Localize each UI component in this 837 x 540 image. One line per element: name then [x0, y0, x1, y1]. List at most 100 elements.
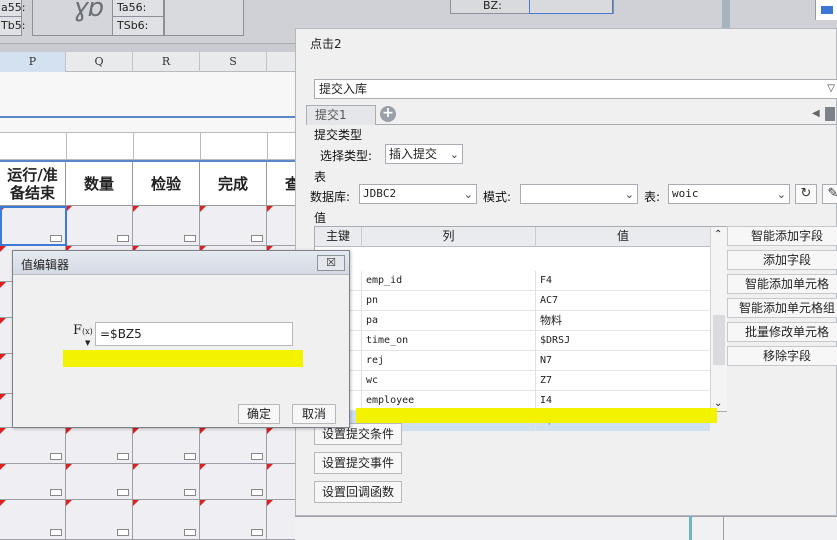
select-type-value: 插入提交	[389, 147, 438, 161]
grid-border-line	[0, 116, 300, 118]
column-letter-s[interactable]: S	[200, 52, 267, 72]
sheet-cell[interactable]	[66, 428, 133, 464]
smart-add-cell-group-button[interactable]: 智能添加单元格组	[727, 298, 837, 318]
comment-marker-icon	[267, 428, 273, 434]
chevron-down-icon: ▽	[827, 83, 835, 94]
set-submit-event-button[interactable]: 设置提交事件	[314, 452, 403, 474]
set-callback-function-button[interactable]: 设置回调函数	[314, 481, 403, 503]
table-row[interactable]: pa 物料	[315, 311, 710, 331]
cell-widget-icon	[184, 489, 196, 496]
sheet-cell[interactable]	[200, 206, 267, 246]
smart-add-cell-button[interactable]: 智能添加单元格	[727, 274, 837, 294]
sheet-cell[interactable]	[133, 464, 200, 500]
sheet-cell[interactable]	[133, 500, 200, 540]
sheet-cell[interactable]	[200, 464, 267, 500]
remove-field-button[interactable]: 移除字段	[727, 346, 837, 366]
sheet-header-row: 运行/准备结束 数量 检验 完成 查	[0, 160, 300, 206]
table-header: 主键 列 值	[315, 227, 710, 247]
sheet-cell[interactable]	[133, 206, 200, 246]
sheet-cell[interactable]	[0, 500, 66, 540]
sheet-cell[interactable]	[0, 428, 66, 464]
sheet-bottom-strip	[295, 516, 837, 540]
tab-prev-icon[interactable]: ◀	[812, 108, 820, 119]
selected-cell[interactable]	[0, 206, 67, 246]
cell-widget-icon	[184, 453, 196, 460]
scroll-up-icon[interactable]: ⌃	[714, 229, 722, 240]
sheet-cell[interactable]	[200, 500, 267, 540]
table-row[interactable]: emp_id F4	[315, 271, 710, 291]
comment-marker-icon	[0, 354, 6, 360]
column-cell[interactable]: pn	[362, 291, 536, 311]
yellow-highlight-mark	[63, 350, 303, 367]
value-cell[interactable]: AC7	[536, 291, 710, 311]
cell-widget-icon	[117, 529, 129, 536]
cancel-button[interactable]: 取消	[292, 404, 336, 424]
column-cell[interactable]: rej	[362, 351, 536, 371]
scroll-thumb[interactable]	[713, 315, 725, 365]
header-cell-complete[interactable]: 完成	[200, 162, 267, 206]
comment-marker-icon	[133, 464, 139, 470]
value-cell[interactable]: 物料	[536, 311, 710, 331]
field-table: 主键 列 值 emp_id F4 pn AC7 pa 物料 time_on $DRSJ rej N…	[314, 226, 727, 431]
sheet-cell[interactable]	[66, 500, 133, 540]
divider	[689, 516, 692, 540]
formula-input[interactable]: =$BZ5	[95, 322, 293, 346]
blank-rows	[0, 72, 300, 132]
comment-marker-icon	[267, 500, 273, 506]
comment-marker-icon	[267, 464, 273, 470]
column-cell[interactable]: emp_id	[362, 271, 536, 291]
value-cell[interactable]: N7	[536, 351, 710, 371]
column-header-value[interactable]: 值	[536, 227, 710, 247]
comment-marker-icon	[66, 464, 72, 470]
refresh-icon[interactable]: ↻	[795, 184, 817, 204]
sheet-cell[interactable]	[66, 464, 133, 500]
comment-marker-icon	[0, 428, 6, 434]
comment-marker-icon	[0, 318, 6, 324]
table-row[interactable]: wc Z7	[315, 371, 710, 391]
mode-label: 模式:	[483, 190, 512, 204]
submit-type-dropdown[interactable]: 提交入库 ▽	[314, 79, 837, 99]
batch-edit-cells-button[interactable]: 批量修改单元格	[727, 322, 837, 342]
value-cell[interactable]: Z7	[536, 371, 710, 391]
value-cell[interactable]: F4	[536, 271, 710, 291]
column-letter-p[interactable]: P	[0, 52, 66, 72]
chevron-down-icon: ⌄	[449, 148, 459, 161]
sheet-cell[interactable]	[133, 428, 200, 464]
table-row[interactable]: rej N7	[315, 351, 710, 371]
sheet-cell[interactable]	[0, 464, 66, 500]
column-header-key[interactable]: 主键	[315, 227, 362, 247]
table-dropdown[interactable]: woic ⌄	[668, 184, 790, 204]
value-cell[interactable]: $DRSJ	[536, 331, 710, 351]
table-scrollbar[interactable]: ⌃ ⌄	[710, 227, 727, 411]
header-cell-quantity[interactable]: 数量	[66, 162, 133, 206]
close-icon[interactable]: ☒	[317, 255, 345, 271]
add-field-button[interactable]: 添加字段	[727, 250, 837, 270]
header-cell-inspection[interactable]: 检验	[133, 162, 200, 206]
column-cell[interactable]: wc	[362, 371, 536, 391]
select-type-dropdown[interactable]: 插入提交 ⌄	[385, 144, 463, 164]
column-cell[interactable]: time_on	[362, 331, 536, 351]
column-cell[interactable]: pa	[362, 311, 536, 331]
edit-icon[interactable]: ✎	[822, 184, 837, 204]
formula-icon[interactable]: F(x)	[73, 323, 93, 338]
sheet-cell[interactable]	[66, 206, 133, 246]
add-tab-icon[interactable]: +	[380, 106, 396, 122]
ok-button[interactable]: 确定	[238, 404, 280, 424]
select-type-label: 选择类型:	[320, 149, 373, 163]
table-row[interactable]: time_on $DRSJ	[315, 331, 710, 351]
mode-dropdown[interactable]: ⌄	[520, 184, 638, 204]
section-table: 表	[314, 170, 327, 184]
database-dropdown[interactable]: JDBC2 ⌄	[359, 184, 477, 204]
column-letter-q[interactable]: Q	[66, 52, 133, 72]
sheet-cell[interactable]	[200, 428, 267, 464]
tab-submit-1[interactable]: 提交1	[306, 105, 376, 125]
tab-scroll-thumb[interactable]	[825, 107, 835, 121]
table-row[interactable]: pn AC7	[315, 291, 710, 311]
cell-widget-icon	[251, 489, 263, 496]
header-cell-run-ready[interactable]: 运行/准备结束	[0, 162, 66, 206]
smart-add-field-button[interactable]: 智能添加字段	[727, 226, 837, 246]
chevron-down-icon[interactable]: ▼	[85, 339, 90, 347]
top-cell-label: Tb5:	[1, 19, 26, 32]
column-letter-r[interactable]: R	[133, 52, 200, 72]
column-header-column[interactable]: 列	[362, 227, 536, 247]
